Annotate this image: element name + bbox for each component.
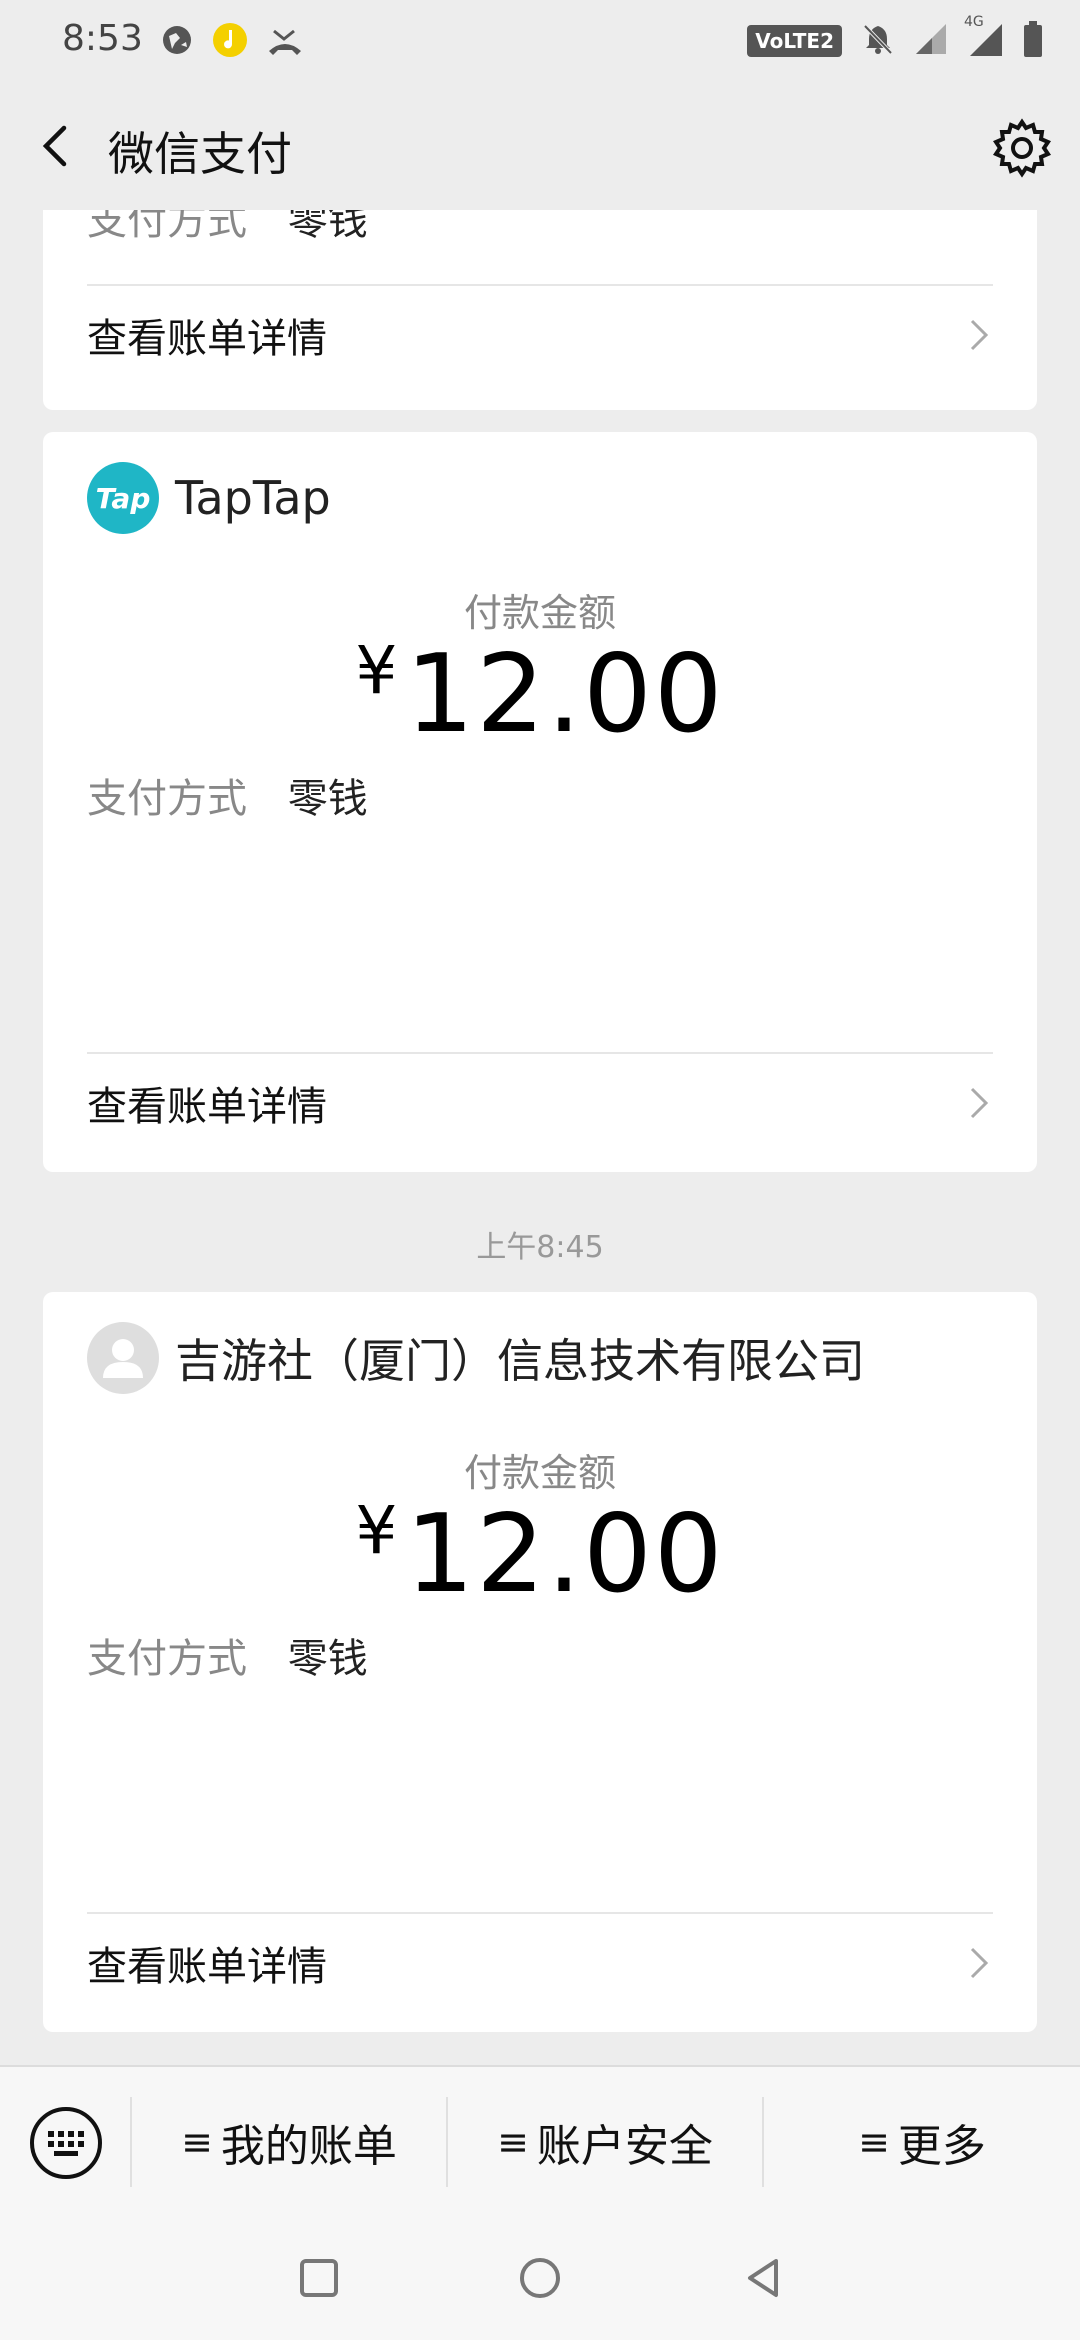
menu-label: 我的账单 [220,2121,397,2172]
volte-badge: VoLTE2 [747,25,842,57]
menu-label: 更多 [897,2121,986,2172]
chevron-right-icon [970,1087,989,1119]
menu-icon: ≡ [181,2120,213,2164]
view-bill-detail-label: 查看账单详情 [87,316,327,362]
chevron-right-icon [970,319,989,351]
pay-method-label: 支付方式 [87,776,247,822]
system-nav-bar [0,2215,1080,2340]
payment-amount: ¥12.00 [43,632,1037,757]
default-avatar-icon [103,1339,143,1378]
pay-method-label: 支付方式 [87,210,247,244]
pay-method-value: 零钱 [287,776,368,822]
menu-more[interactable]: ≡ 更多 [764,2067,1080,2217]
divider [87,284,993,286]
merchant-row[interactable]: 吉游社（厦门）信息技术有限公司 [87,1322,865,1394]
view-bill-detail[interactable]: 查看账单详情 [87,1068,993,1138]
missed-call-icon [266,23,304,61]
message-timestamp: 上午8:45 [476,1230,604,1265]
signal-4g-icon: 4G [964,14,1004,62]
gear-icon [993,118,1051,178]
globe-icon [160,23,194,61]
pay-method-value: 零钱 [287,210,368,244]
pay-method-label: 支付方式 [87,1636,247,1682]
payment-card-partial: 支付方式 零钱 查看账单详情 [43,210,1037,410]
page-title: 微信支付 [108,127,292,181]
merchant-row[interactable]: Tap TapTap [87,462,331,534]
menu-my-bills[interactable]: ≡ 我的账单 [132,2067,446,2217]
keyboard-toggle-button[interactable] [28,2105,104,2181]
home-icon [520,2258,560,2298]
signal-icon [914,22,948,60]
currency-symbol: ¥ [355,1492,400,1569]
status-time: 8:53 [62,18,143,59]
keyboard-icon [30,2107,102,2179]
taptap-logo-text: Tap [95,481,151,515]
nav-back-button[interactable] [738,2253,788,2303]
music-note-icon [212,22,248,62]
chevron-left-icon [42,125,67,167]
payment-amount: ¥12.00 [43,1492,1037,1617]
payment-card: 吉游社（厦门）信息技术有限公司 付款金额 ¥12.00 支付方式 零钱 查看账单… [43,1292,1037,2032]
message-list[interactable]: 支付方式 零钱 查看账单详情 Tap TapTap 付款金额 ¥12.00 支付… [0,210,1080,2065]
menu-account-security[interactable]: ≡ 账户安全 [448,2067,762,2217]
amount-label: 付款金额 [463,1451,616,1495]
pay-method-row: 支付方式 零钱 [87,1626,368,1684]
recent-apps-button[interactable] [294,2253,344,2303]
amount-value: 12.00 [405,1492,725,1617]
top-app-bar: 微信支付 [0,80,1080,210]
menu-icon: ≡ [858,2120,890,2164]
settings-button[interactable] [990,116,1054,180]
pay-method-value: 零钱 [287,1636,368,1682]
home-button[interactable] [515,2253,565,2303]
menu-label: 账户安全 [536,2121,713,2172]
view-bill-detail-label: 查看账单详情 [87,1084,327,1130]
divider [87,1912,993,1914]
view-bill-detail-label: 查看账单详情 [87,1944,327,1990]
bell-off-icon [860,21,896,61]
merchant-name: 吉游社（厦门）信息技术有限公司 [175,1334,865,1388]
pay-method-row: 支付方式 零钱 [87,210,368,246]
amount-label: 付款金额 [463,591,616,635]
taptap-logo: Tap [87,462,159,534]
amount-value: 12.00 [405,632,725,757]
view-bill-detail[interactable]: 查看账单详情 [87,1928,993,1998]
recent-apps-icon [300,2259,338,2297]
divider [87,1052,993,1054]
view-bill-detail[interactable]: 查看账单详情 [87,300,993,370]
payment-card: Tap TapTap 付款金额 ¥12.00 支付方式 零钱 查看账单详情 [43,432,1037,1172]
chevron-right-icon [970,1947,989,1979]
pay-method-row: 支付方式 零钱 [87,766,368,824]
menu-icon: ≡ [497,2120,529,2164]
merchant-name: TapTap [175,471,331,525]
back-icon [748,2259,778,2297]
back-button[interactable] [30,116,90,176]
network-label: 4G [964,14,984,30]
currency-symbol: ¥ [355,632,400,709]
bottom-menu-bar: ≡ 我的账单 ≡ 账户安全 ≡ 更多 [0,2065,1080,2215]
avatar [87,1322,159,1394]
battery-icon [1022,20,1044,62]
status-bar: 8:53 VoLTE2 4G [0,0,1080,80]
